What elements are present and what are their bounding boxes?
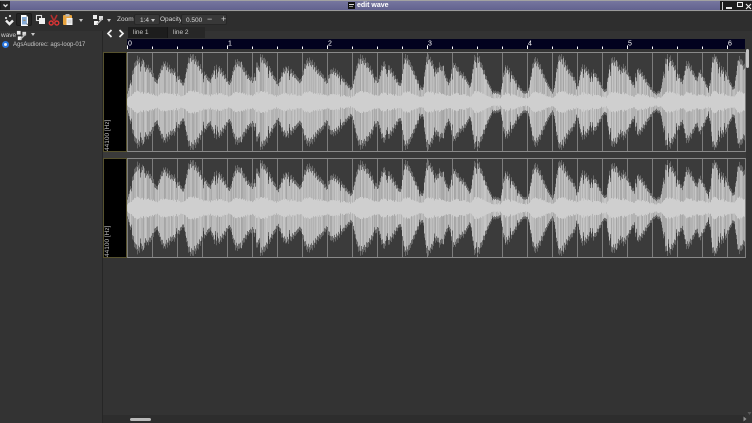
svg-text:2: 2 — [328, 41, 332, 48]
svg-text:6: 6 — [728, 41, 732, 48]
svg-text:0: 0 — [128, 41, 132, 48]
svg-text:5: 5 — [628, 41, 632, 48]
svg-text:4: 4 — [528, 41, 532, 48]
svg-text:3: 3 — [428, 41, 432, 48]
svg-text:1: 1 — [228, 41, 232, 48]
